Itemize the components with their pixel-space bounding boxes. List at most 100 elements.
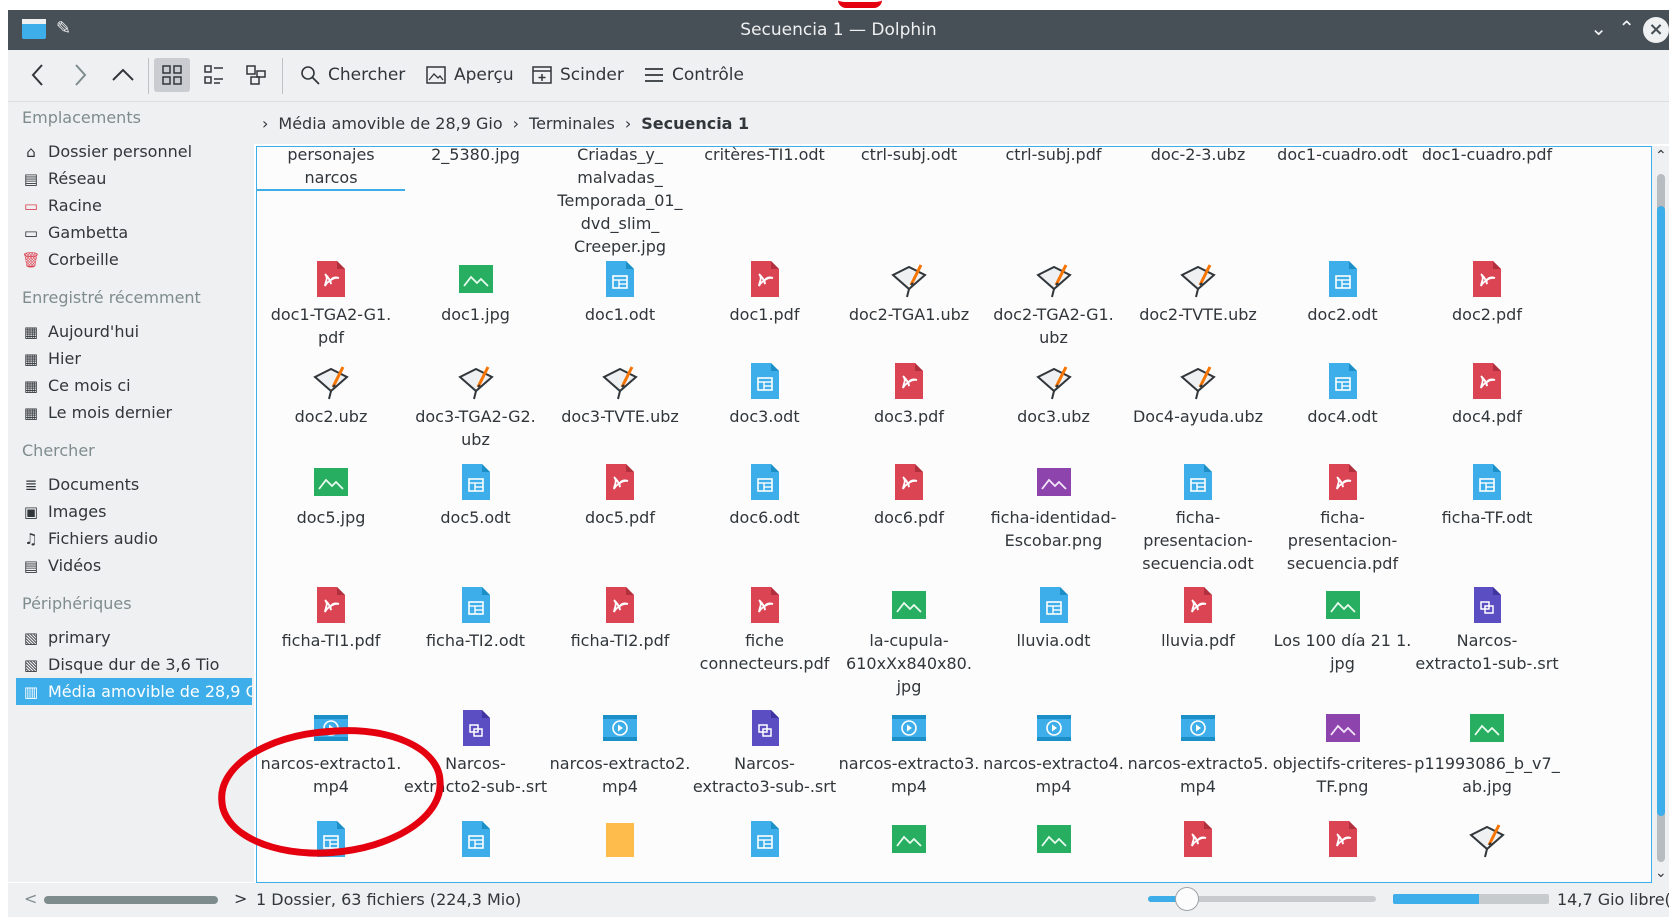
file-item[interactable]: doc2.pdf	[1413, 259, 1561, 326]
scroll-right-icon[interactable]: >	[234, 889, 247, 908]
file-item[interactable]: ctrl-subj.odt	[835, 147, 983, 166]
file-item[interactable]: doc1-TGA2-G1. pdf	[257, 259, 405, 349]
file-item[interactable]: 2_5380.jpg	[402, 147, 550, 166]
file-item[interactable]	[1269, 819, 1417, 863]
maximize-icon[interactable]: ⌃	[1618, 16, 1635, 40]
details-view-button[interactable]	[238, 58, 274, 92]
sidebar-item[interactable]: ▦ Ce mois ci	[16, 372, 252, 399]
file-item[interactable]: ficha-TI2.odt	[402, 585, 550, 652]
file-item[interactable]: doc3-TVTE.ubz	[546, 361, 694, 428]
file-item[interactable]: doc-2-3.ubz	[1124, 147, 1272, 166]
file-item[interactable]: ficha-TI2.pdf	[546, 585, 694, 652]
file-item[interactable]: doc1.jpg	[402, 259, 550, 326]
file-item[interactable]: lluvia.pdf	[1124, 585, 1272, 652]
sidebar-item[interactable]: ▧ primary	[16, 624, 252, 651]
file-item[interactable]: narcos-extracto5. mp4	[1124, 708, 1272, 798]
file-item[interactable]	[402, 819, 550, 863]
file-item[interactable]: narcos-extracto3. mp4	[835, 708, 983, 798]
scroll-left-icon[interactable]: <	[24, 889, 37, 908]
minimize-icon[interactable]: ⌄	[1590, 16, 1607, 40]
sidebar-item[interactable]: ▥ Média amovible de 28,9 Gio	[16, 678, 252, 705]
file-item[interactable]: doc3.ubz	[980, 361, 1128, 428]
title-bar[interactable]: ✎ Secuencia 1 — Dolphin ⌄ ⌃ ×	[8, 10, 1669, 50]
file-item[interactable]: doc1-cuadro.pdf	[1413, 147, 1561, 166]
file-item[interactable]: Narcos- extracto3-sub-.srt	[691, 708, 839, 798]
file-item[interactable]	[546, 819, 694, 863]
sidebar-item[interactable]: ▭ Racine	[16, 192, 252, 219]
file-view[interactable]: personajes narcos 2_5380.jpg Criadas_y_ ma…	[256, 146, 1652, 883]
sidebar-item[interactable]: ≣ Documents	[16, 471, 252, 498]
zoom-slider-handle[interactable]	[1174, 887, 1199, 911]
file-item[interactable]: narcos-extracto4. mp4	[980, 708, 1128, 798]
file-item[interactable]: Narcos- extracto1-sub-.srt	[1413, 585, 1561, 675]
file-item[interactable]: doc1.odt	[546, 259, 694, 326]
file-item[interactable]: doc2-TGA2-G1. ubz	[980, 259, 1128, 349]
file-item[interactable]	[980, 819, 1128, 863]
breadcrumb-item[interactable]: Média amovible de 28,9 Gio	[278, 114, 502, 133]
file-item[interactable]: la-cupula- 610xXx840x80. jpg	[835, 585, 983, 698]
file-item[interactable]: critères-TI1.odt	[691, 147, 839, 166]
breadcrumb-current[interactable]: Secuencia 1	[641, 114, 749, 133]
scroll-down-icon[interactable]: ⌄	[1655, 865, 1667, 881]
file-item[interactable]: Doc4-ayuda.ubz	[1124, 361, 1272, 428]
search-button[interactable]: Chercher	[300, 58, 405, 92]
file-item[interactable]: p11993086_b_v7_ ab.jpg	[1413, 708, 1561, 798]
close-icon[interactable]: ×	[1643, 17, 1669, 43]
sidebar-item[interactable]: 🗑 Corbeille	[16, 246, 252, 273]
file-item[interactable]: narcos-extracto2. mp4	[546, 708, 694, 798]
sidebar-item[interactable]: ▭ Gambetta	[16, 219, 252, 246]
file-item[interactable]: Criadas_y_ malvadas_ Temporada_01_ dvd_s…	[546, 147, 694, 258]
file-item[interactable]: doc4.odt	[1269, 361, 1417, 428]
file-item[interactable]: doc2.odt	[1269, 259, 1417, 326]
zoom-slider[interactable]	[1148, 887, 1376, 911]
file-item[interactable]	[1413, 819, 1561, 863]
control-menu-button[interactable]: Contrôle	[644, 58, 744, 92]
file-item[interactable]: lluvia.odt	[980, 585, 1128, 652]
file-item[interactable]: doc3.pdf	[835, 361, 983, 428]
file-item[interactable]: doc3.odt	[691, 361, 839, 428]
breadcrumb[interactable]: › Média amovible de 28,9 Gio › Terminales › S…	[254, 102, 1669, 144]
file-item[interactable]: doc6.odt	[691, 462, 839, 529]
file-item[interactable]	[1124, 819, 1272, 863]
vertical-scrollbar[interactable]: ⌃ ⌄	[1652, 146, 1669, 883]
file-item[interactable]: ctrl-subj.pdf	[980, 147, 1128, 166]
file-item[interactable]: ficha-identidad- Escobar.png	[980, 462, 1128, 552]
file-item[interactable]: doc5.jpg	[257, 462, 405, 529]
free-space-bar[interactable]	[1393, 894, 1549, 904]
sidebar-item[interactable]: ▤ Vidéos	[16, 552, 252, 579]
file-item[interactable]: ficha-TI1.pdf	[257, 585, 405, 652]
file-item[interactable]	[835, 819, 983, 863]
sidebar-item[interactable]: ▧ Disque dur de 3,6 Tio	[16, 651, 252, 678]
file-item[interactable]: doc2-TGA1.ubz	[835, 259, 983, 326]
file-item[interactable]: doc3-TGA2-G2. ubz	[402, 361, 550, 451]
file-item[interactable]: doc1-cuadro.odt	[1269, 147, 1417, 166]
back-button[interactable]	[30, 62, 46, 94]
file-item[interactable]: ficha-TF.odt	[1413, 462, 1561, 529]
file-item[interactable]: ficha- presentacion- secuencia.pdf	[1269, 462, 1417, 575]
file-item[interactable]: doc6.pdf	[835, 462, 983, 529]
file-item[interactable]: fiche connecteurs.pdf	[691, 585, 839, 675]
icons-view-button[interactable]	[154, 58, 190, 92]
sidebar-item[interactable]: ▦ Hier	[16, 345, 252, 372]
file-item[interactable]: ficha- presentacion- secuencia.odt	[1124, 462, 1272, 575]
file-item[interactable]: doc5.pdf	[546, 462, 694, 529]
preview-button[interactable]: Aperçu	[426, 58, 514, 92]
file-item[interactable]: personajes narcos	[257, 147, 405, 191]
sidebar-item[interactable]: ⌂ Dossier personnel	[16, 138, 252, 165]
file-item[interactable]: doc2.ubz	[257, 361, 405, 428]
sidebar-horizontal-scrollbar[interactable]	[44, 896, 218, 904]
sidebar-item[interactable]: ▤ Réseau	[16, 165, 252, 192]
file-item[interactable]: doc1.pdf	[691, 259, 839, 326]
file-item[interactable]: doc5.odt	[402, 462, 550, 529]
file-item[interactable]: objectifs-criteres- TF.png	[1269, 708, 1417, 798]
file-item[interactable]: doc2-TVTE.ubz	[1124, 259, 1272, 326]
sidebar-item[interactable]: ▣ Images	[16, 498, 252, 525]
file-item[interactable]: doc4.pdf	[1413, 361, 1561, 428]
file-item[interactable]: Los 100 día 21 1. jpg	[1269, 585, 1417, 675]
sidebar-item[interactable]: ♫ Fichiers audio	[16, 525, 252, 552]
sidebar-item[interactable]: ▦ Aujourd'hui	[16, 318, 252, 345]
compact-view-button[interactable]	[196, 58, 232, 92]
scrollbar-thumb[interactable]	[1657, 206, 1665, 816]
forward-button[interactable]	[72, 62, 88, 94]
split-button[interactable]: Scinder	[532, 58, 624, 92]
